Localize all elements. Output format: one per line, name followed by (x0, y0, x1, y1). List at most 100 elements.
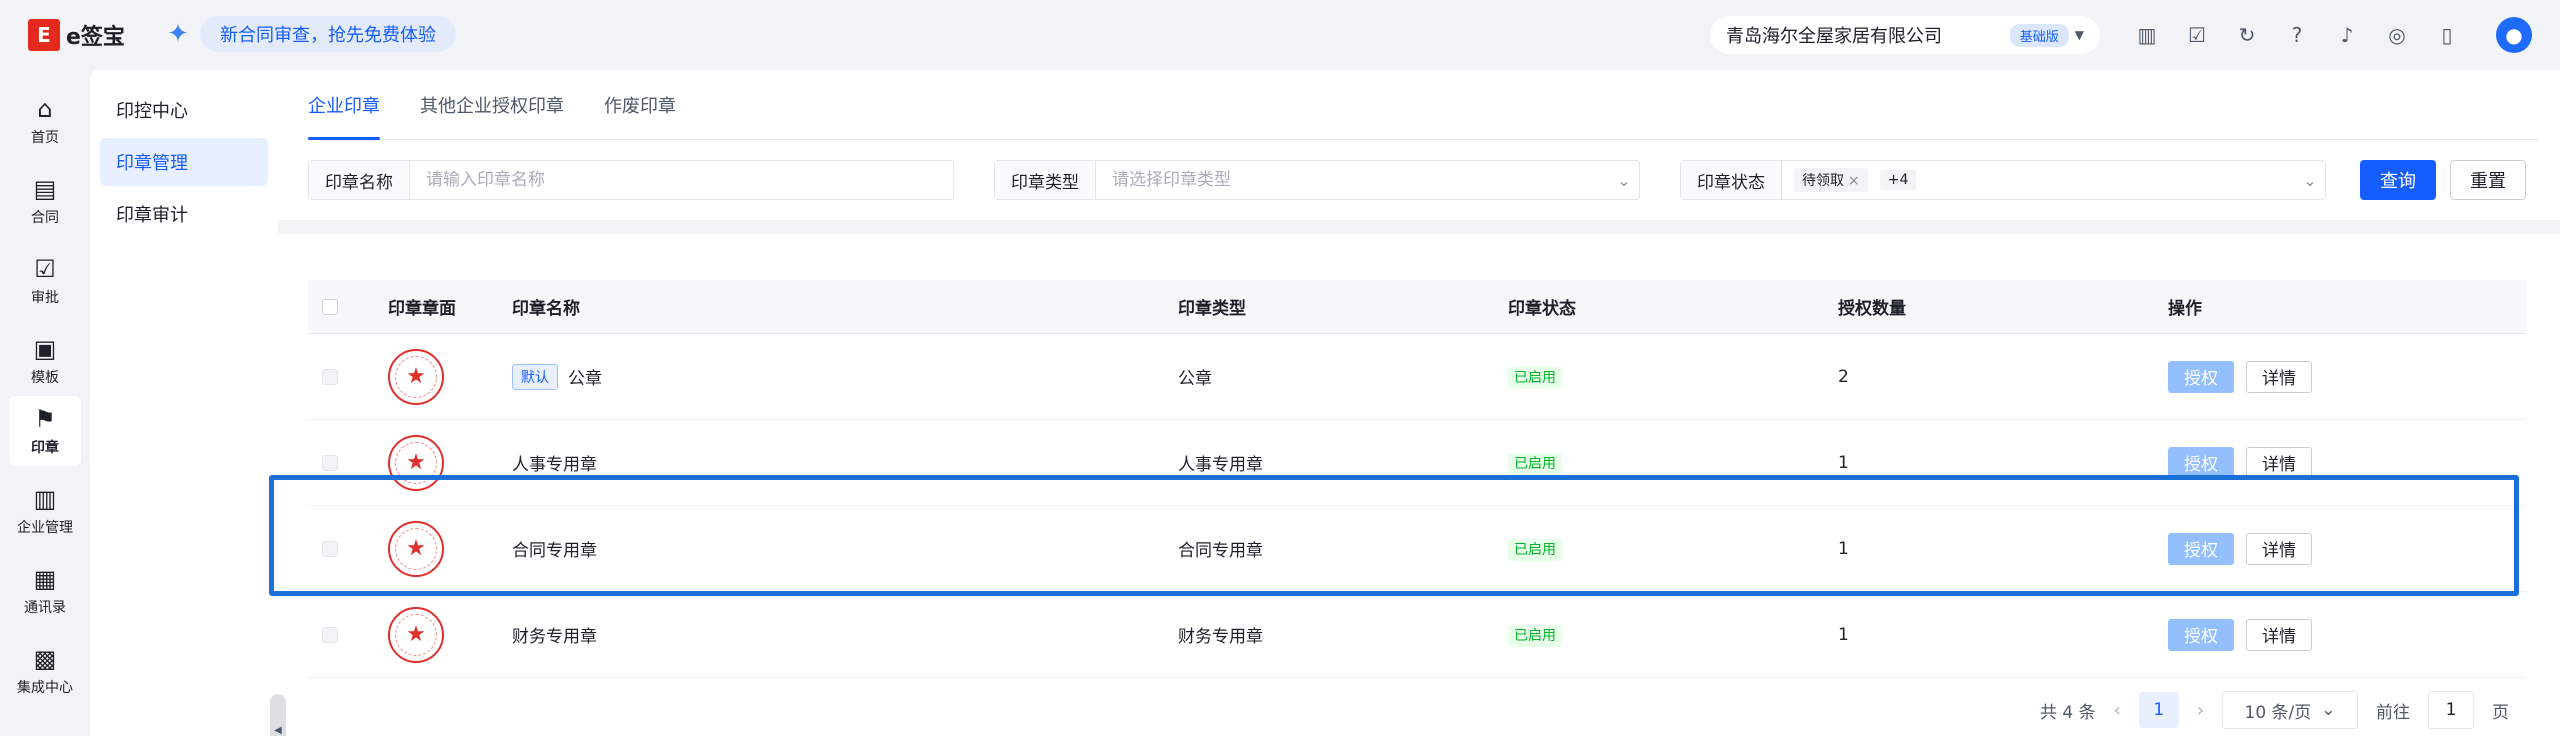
nav-item-contract[interactable]: ▤ 合同 (9, 166, 81, 236)
page-number[interactable]: 1 (2138, 692, 2179, 728)
seal-name-label: 印章名称 (309, 161, 410, 199)
status-more-tag: +4 (1879, 170, 1917, 190)
nav-item-integration[interactable]: ▩ 集成中心 (9, 636, 81, 706)
row-checkbox[interactable] (322, 540, 338, 557)
authorize-button[interactable]: 授权 (2168, 532, 2234, 565)
company-switcher[interactable]: 青岛海尔全屋家居有限公司 基础版 ▼ (1710, 16, 2100, 54)
nav-item-home[interactable]: ⌂ 首页 (9, 86, 81, 156)
table-row: ★ 默认 公章 公章 已启用 2 授权 详情 (308, 334, 2526, 420)
row-checkbox[interactable] (322, 454, 338, 471)
status-badge: 已启用 (1508, 366, 1562, 389)
detail-button[interactable]: 详情 (2246, 446, 2312, 479)
seal-name-input[interactable] (410, 161, 953, 199)
status-badge: 已启用 (1508, 624, 1562, 647)
detail-button[interactable]: 详情 (2246, 618, 2312, 651)
seal-type: 合同专用章 (1178, 541, 1263, 561)
seal-icon: ⚑ (34, 405, 56, 433)
tab-enterprise-seals[interactable]: 企业印章 (308, 70, 380, 140)
total-count: 共 4 条 (2040, 702, 2096, 723)
row-checkbox[interactable] (322, 368, 338, 385)
enterprise-icon: ▥ (33, 485, 57, 513)
table-row: ★ 合同专用章 合同专用章 已启用 1 授权 详情 (308, 506, 2526, 592)
nav-item-approval[interactable]: ☑ 审批 (9, 246, 81, 316)
prev-page-icon[interactable]: ‹ (2114, 700, 2121, 721)
chevron-down-icon: ▼ (2074, 28, 2084, 42)
seal-name: 合同专用章 (512, 541, 597, 561)
tab-bar: 企业印章 其他企业授权印章 作废印章 (308, 70, 2538, 140)
clipboard-icon[interactable]: ▯ (2422, 18, 2472, 52)
next-page-icon[interactable]: › (2197, 700, 2204, 721)
app-logo[interactable]: E e签宝 (28, 18, 125, 52)
top-bar: E e签宝 ✦ 新合同审查，抢先免费体验 青岛海尔全屋家居有限公司 基础版 ▼ … (0, 0, 2560, 70)
seal-image: ★ (388, 520, 444, 577)
authorize-button[interactable]: 授权 (2168, 446, 2234, 479)
col-auth-count: 授权数量 (1838, 299, 1906, 319)
help-icon[interactable]: ? (2272, 18, 2322, 52)
auth-count: 1 (1838, 624, 1849, 645)
refresh-icon[interactable]: ↻ (2222, 18, 2272, 52)
collapse-sidebar-handle[interactable]: ◀ (270, 694, 286, 736)
chevron-down-icon: ⌄ (2303, 170, 2317, 190)
tab-voided-seals[interactable]: 作废印章 (604, 70, 676, 140)
auth-count: 2 (1838, 366, 1849, 387)
contacts-icon: ▦ (33, 565, 57, 593)
seal-type-label: 印章类型 (995, 161, 1096, 199)
sub-item-seal-management[interactable]: 印章管理 (100, 138, 268, 186)
page-size-select[interactable]: 10 条/页 ⌄ (2222, 691, 2359, 729)
detail-button[interactable]: 详情 (2246, 360, 2312, 393)
main-content: 企业印章 其他企业授权印章 作废印章 印章名称 印章类型 ⌄ 印章状态 待领取×… (278, 70, 2560, 736)
integration-icon: ▩ (33, 645, 57, 673)
seal-type: 财务专用章 (1178, 627, 1263, 647)
nav-item-contacts[interactable]: ▦ 通讯录 (9, 556, 81, 626)
seal-table: 印章章面 印章名称 印章类型 印章状态 授权数量 操作 ★ 默认 公章 公章 已… (308, 280, 2526, 678)
sub-item-seal-audit[interactable]: 印章审计 (100, 190, 268, 238)
seal-type-select[interactable] (1096, 161, 1609, 199)
seal-type: 公章 (1178, 369, 1212, 389)
tab-authorized-seals[interactable]: 其他企业授权印章 (420, 70, 564, 140)
close-icon[interactable]: × (1848, 173, 1860, 189)
select-all-checkbox[interactable] (322, 298, 338, 315)
seal-status-filter[interactable]: 印章状态 待领取 × +4 ⌄ (1680, 160, 2326, 200)
auth-count: 1 (1838, 452, 1849, 473)
authorize-button[interactable]: 授权 (2168, 618, 2234, 651)
row-checkbox[interactable] (322, 626, 338, 643)
building-icon[interactable]: ▥ (2122, 18, 2172, 52)
table-row: ★ 财务专用章 财务专用章 已启用 1 授权 详情 (308, 592, 2526, 678)
seal-status-label: 印章状态 (1681, 161, 1782, 199)
nav-item-enterprise[interactable]: ▥ 企业管理 (9, 476, 81, 546)
seal-type: 人事专用章 (1178, 455, 1263, 475)
nav-item-seal[interactable]: ⚑ 印章 (9, 396, 81, 466)
chevron-down-icon: ⌄ (1617, 170, 1631, 190)
goto-label: 前往 (2376, 702, 2411, 723)
authorize-button[interactable]: 授权 (2168, 360, 2234, 393)
reset-button[interactable]: 重置 (2450, 160, 2526, 200)
company-name: 青岛海尔全屋家居有限公司 (1726, 26, 1942, 47)
template-icon: ▣ (33, 335, 57, 363)
nav-item-template[interactable]: ▣ 模板 (9, 326, 81, 396)
seal-type-filter[interactable]: 印章类型 ⌄ (994, 160, 1640, 200)
seal-name: 公章 (568, 369, 602, 389)
chevron-down-icon: ⌄ (2321, 700, 2336, 720)
approval-icon: ☑ (34, 255, 56, 283)
bell-icon[interactable]: ♪ (2322, 18, 2372, 52)
col-seal-name: 印章名称 (512, 299, 580, 319)
avatar[interactable]: ● (2496, 17, 2532, 53)
sub-item-seal-control[interactable]: 印控中心 (100, 86, 268, 134)
query-button[interactable]: 查询 (2360, 160, 2436, 200)
status-tag[interactable]: 待领取 × (1794, 168, 1868, 192)
goto-page-input[interactable]: 1 (2428, 691, 2475, 729)
table-header: 印章章面 印章名称 印章类型 印章状态 授权数量 操作 (308, 280, 2526, 334)
left-nav: ⌂ 首页 ▤ 合同 ☑ 审批 ▣ 模板 ⚑ 印章 ▥ 企业管理 ▦ 通讯录 ▩ … (0, 70, 90, 736)
globe-icon[interactable]: ◎ (2372, 18, 2422, 52)
home-icon: ⌂ (37, 95, 53, 123)
seal-name-filter: 印章名称 (308, 160, 954, 200)
seal-image: ★ (388, 434, 444, 491)
auth-count: 1 (1838, 538, 1849, 559)
seal-image: ★ (388, 606, 444, 663)
col-seal-status: 印章状态 (1508, 299, 1576, 319)
logo-mark: E (28, 19, 60, 51)
ai-sparkle-icon: ✦ (167, 19, 189, 49)
detail-button[interactable]: 详情 (2246, 532, 2312, 565)
promo-banner[interactable]: ✦ 新合同审查，抢先免费体验 (160, 16, 456, 52)
todo-icon[interactable]: ☑ (2172, 18, 2222, 52)
